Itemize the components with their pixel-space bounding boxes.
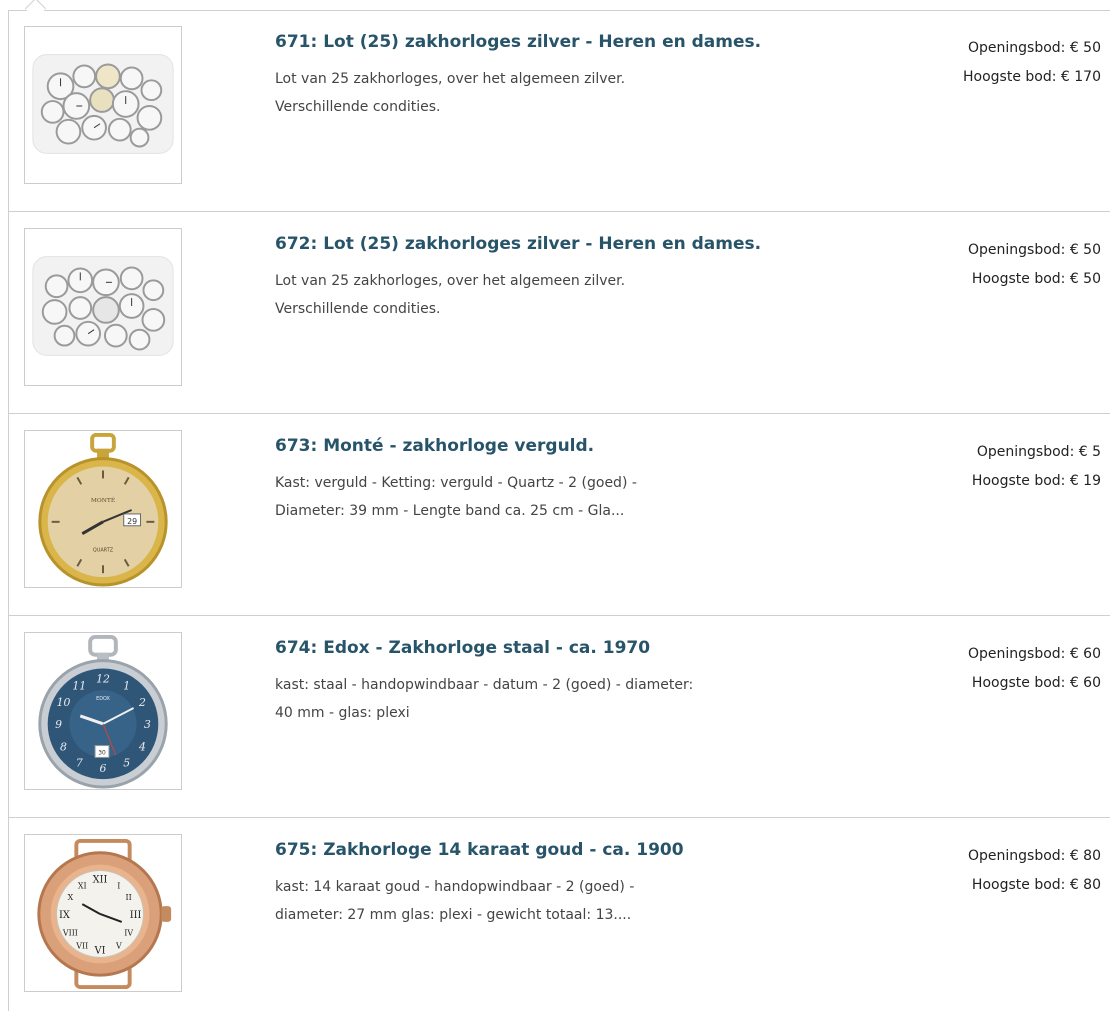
dial-date-text: 30: [98, 750, 106, 756]
silver-pocket-watches-lot-image: [32, 54, 174, 154]
lot-description: kast: 14 karaat goud - handopwindbaar - …: [275, 873, 835, 929]
highest-bid: Hoogste bod: € 80: [971, 877, 1101, 893]
dial-numeral: 6: [100, 762, 107, 775]
gold-wrist-watch-image: XII III VI IX XI I II IV V VII VIII X: [37, 838, 172, 990]
lot-description-line: Verschillende condities.: [275, 301, 441, 317]
lot-row: 12 1 2 3 4 5 6 7 8 9 10 11 EDOX 30 674: …: [9, 616, 1110, 818]
dial-numeral: 1: [123, 679, 130, 692]
dial-numeral: X: [68, 893, 74, 902]
lot-row: 672: Lot (25) zakhorloges zilver - Heren…: [9, 212, 1110, 414]
lot-description-line: kast: staal - handopwindbaar - datum - 2…: [275, 677, 694, 693]
lot-row: XII III VI IX XI I II IV V VII VIII X 67…: [9, 818, 1110, 1018]
lot-description-line: Lot van 25 zakhorloges, over het algemee…: [275, 273, 626, 289]
lot-title-link[interactable]: 675: Zakhorloge 14 karaat goud - ca. 190…: [275, 840, 684, 860]
dial-numeral: 12: [96, 672, 110, 685]
dial-numeral: IX: [59, 910, 70, 921]
dial-numeral: 4: [138, 740, 146, 753]
lot-description-line: Kast: verguld - Ketting: verguld - Quart…: [275, 475, 637, 491]
lot-description-line: Diameter: 39 mm - Lengte band ca. 25 cm …: [275, 503, 625, 519]
dial-numeral: 2: [138, 696, 146, 709]
lot-row: 29 MONTÉ QUARTZ 673: Monté - zakhorloge …: [9, 414, 1110, 616]
lot-bids: Openingsbod: € 50 Hoogste bod: € 50: [968, 236, 1101, 294]
lot-bids: Openingsbod: € 50 Hoogste bod: € 170: [963, 34, 1101, 92]
lot-description-line: Verschillende condities.: [275, 99, 441, 115]
lot-description-line: Lot van 25 zakhorloges, over het algemee…: [275, 71, 626, 87]
dial-numeral: VIII: [62, 929, 78, 938]
dial-numeral: 10: [57, 696, 71, 709]
lot-image[interactable]: XII III VI IX XI I II IV V VII VIII X: [24, 834, 182, 992]
highest-bid: Hoogste bod: € 60: [971, 675, 1101, 691]
lot-description-line: kast: 14 karaat goud - handopwindbaar - …: [275, 879, 635, 895]
dial-date-text: 29: [127, 517, 137, 526]
dial-numeral: II: [126, 893, 132, 902]
lot-description-line: diameter: 27 mm glas: plexi - gewicht to…: [275, 907, 632, 923]
opening-bid: Openingsbod: € 5: [976, 444, 1101, 460]
dial-quartz-text: QUARTZ: [93, 547, 114, 553]
opening-bid: Openingsbod: € 60: [967, 646, 1101, 662]
lot-image[interactable]: [24, 26, 182, 184]
dial-numeral: 5: [123, 756, 130, 769]
opening-bid: Openingsbod: € 50: [967, 242, 1101, 258]
lot-title-link[interactable]: 671: Lot (25) zakhorloges zilver - Heren…: [275, 32, 761, 52]
lot-description: Lot van 25 zakhorloges, over het algemee…: [275, 65, 835, 121]
opening-bid: Openingsbod: € 50: [967, 40, 1101, 56]
lot-row: 671: Lot (25) zakhorloges zilver - Heren…: [9, 10, 1110, 212]
lot-title-link[interactable]: 672: Lot (25) zakhorloges zilver - Heren…: [275, 234, 761, 254]
lot-description: kast: staal - handopwindbaar - datum - 2…: [275, 671, 835, 727]
dial-numeral: 11: [72, 679, 86, 692]
lot-bids: Openingsbod: € 80 Hoogste bod: € 80: [968, 842, 1101, 900]
dial-numeral: 3: [144, 718, 151, 731]
dial-numeral: VI: [94, 945, 106, 956]
lot-image[interactable]: 29 MONTÉ QUARTZ: [24, 430, 182, 588]
opening-bid: Openingsbod: € 80: [967, 848, 1101, 864]
blue-dial-steel-pocket-watch-image: 12 1 2 3 4 5 6 7 8 9 10 11 EDOX 30: [38, 634, 168, 789]
dial-numeral: XI: [78, 881, 87, 890]
dial-brand-text: EDOX: [96, 696, 110, 702]
lot-image[interactable]: [24, 228, 182, 386]
dial-numeral: 8: [60, 740, 67, 753]
dial-numeral: V: [115, 942, 122, 951]
highest-bid: Hoogste bod: € 170: [963, 69, 1101, 85]
dial-numeral: 7: [76, 756, 83, 769]
highest-bid: Hoogste bod: € 19: [971, 473, 1101, 489]
gold-pocket-watch-image: 29 MONTÉ QUARTZ: [38, 432, 168, 587]
dial-brand-text: MONTÉ: [91, 496, 115, 504]
dial-numeral: 9: [55, 718, 62, 731]
lot-bids: Openingsbod: € 60 Hoogste bod: € 60: [968, 640, 1101, 698]
dial-numeral: IV: [124, 929, 133, 938]
dial-numeral: I: [117, 881, 120, 890]
lot-image[interactable]: 12 1 2 3 4 5 6 7 8 9 10 11 EDOX 30: [24, 632, 182, 790]
highest-bid: Hoogste bod: € 50: [971, 271, 1101, 287]
silver-pocket-watches-lot-image: [32, 256, 174, 356]
lot-bids: Openingsbod: € 5 Hoogste bod: € 19: [972, 438, 1101, 496]
dial-numeral: VII: [75, 942, 88, 951]
dial-numeral: XII: [93, 874, 108, 885]
lot-title-link[interactable]: 674: Edox - Zakhorloge staal - ca. 1970: [275, 638, 650, 658]
lot-description: Kast: verguld - Ketting: verguld - Quart…: [275, 469, 835, 525]
dial-numeral: III: [130, 910, 142, 921]
lot-title-link[interactable]: 673: Monté - zakhorloge verguld.: [275, 436, 594, 456]
lot-description-line: 40 mm - glas: plexi: [275, 705, 410, 721]
lot-description: Lot van 25 zakhorloges, over het algemee…: [275, 267, 835, 323]
